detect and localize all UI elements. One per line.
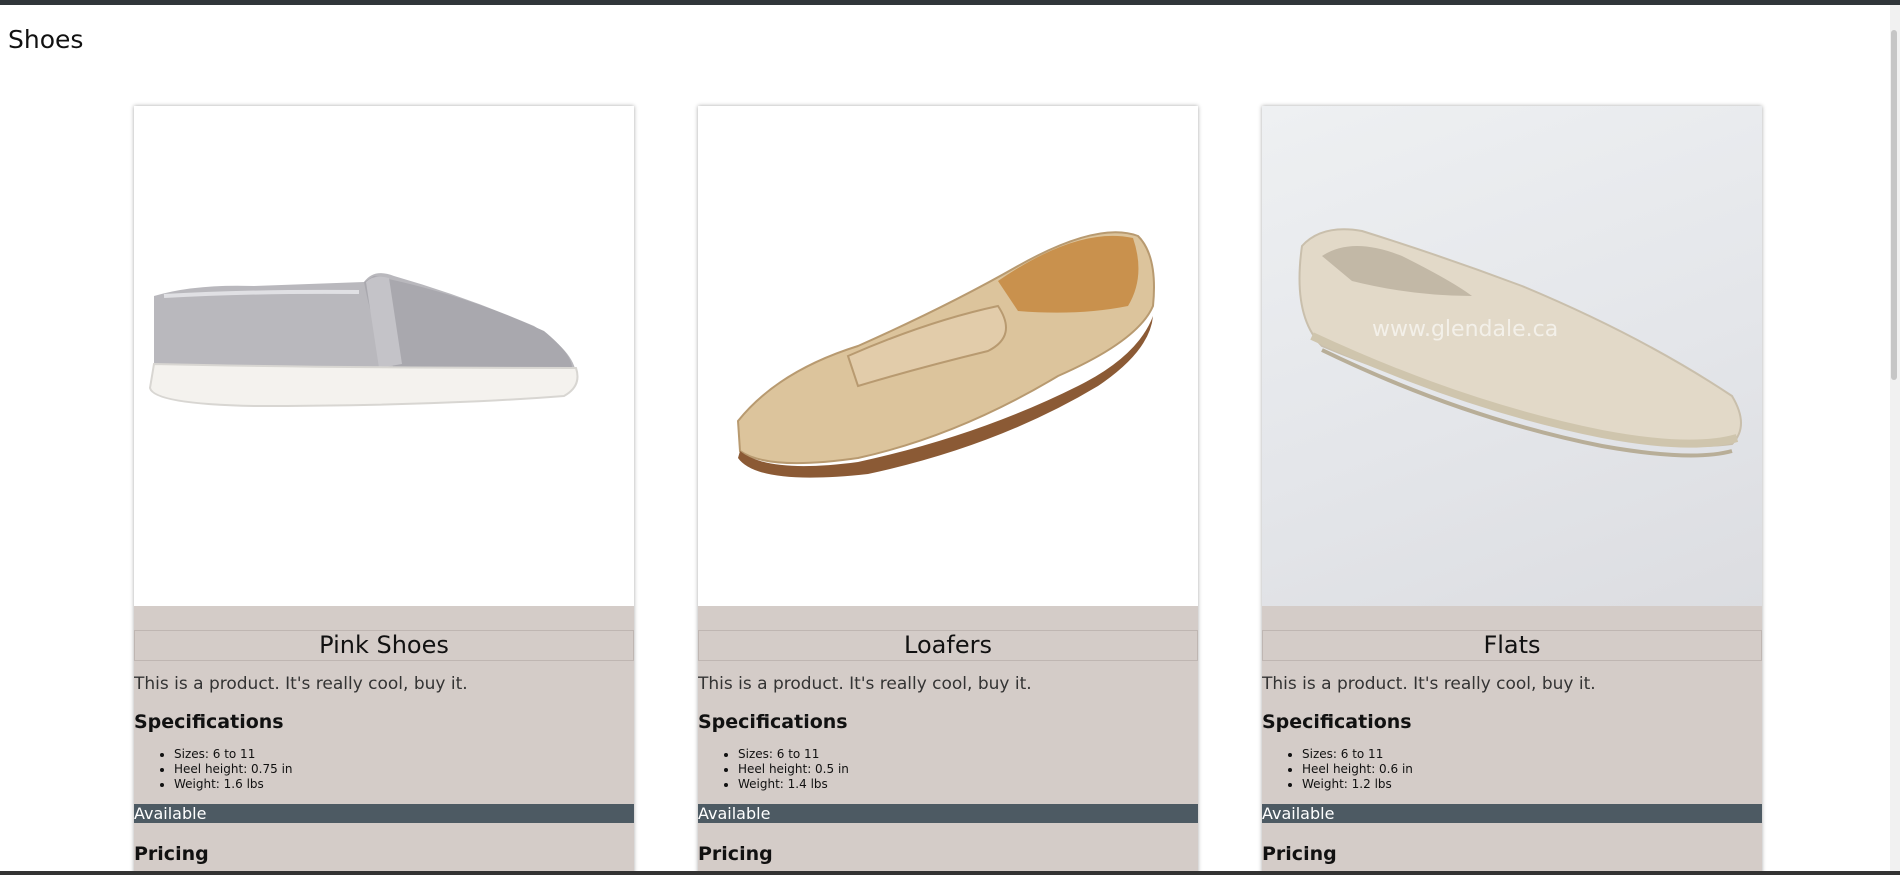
pricing-heading: Pricing: [698, 843, 773, 865]
availability-badge: Available: [698, 804, 1198, 823]
availability-badge: Available: [1262, 804, 1762, 823]
canvas-flat-shoe-image: www.glendale.ca: [1298, 228, 1742, 458]
product-description: This is a product. It's really cool, buy…: [1262, 674, 1596, 694]
spec-item: Heel height: 0.6 in: [1302, 762, 1762, 777]
image-watermark: www.glendale.ca: [1372, 317, 1558, 342]
product-name: Pink Shoes: [134, 630, 634, 661]
product-card-loafers[interactable]: Loafers This is a product. It's really c…: [698, 106, 1198, 874]
product-image[interactable]: [134, 106, 634, 606]
specifications-list: Sizes: 6 to 11 Heel height: 0.75 in Weig…: [134, 747, 634, 792]
product-card-pink-shoes[interactable]: Pink Shoes This is a product. It's reall…: [134, 106, 634, 874]
spec-item: Sizes: 6 to 11: [174, 747, 634, 762]
spec-item: Weight: 1.6 lbs: [174, 777, 634, 792]
spec-item: Weight: 1.2 lbs: [1302, 777, 1762, 792]
product-name: Flats: [1262, 630, 1762, 661]
grey-slip-on-sneaker-image: [148, 273, 579, 408]
beige-penny-loafer-image: [736, 231, 1155, 478]
specifications-list: Sizes: 6 to 11 Heel height: 0.6 in Weigh…: [1262, 747, 1762, 792]
page-title: Shoes: [8, 25, 84, 54]
product-card-flats[interactable]: www.glendale.ca Flats This is a product.…: [1262, 106, 1762, 874]
availability-badge: Available: [134, 804, 634, 823]
specifications-heading: Specifications: [134, 711, 284, 733]
pricing-heading: Pricing: [134, 843, 209, 865]
top-bar: [0, 0, 1900, 5]
specifications-heading: Specifications: [698, 711, 848, 733]
scrollbar-thumb[interactable]: [1891, 30, 1897, 380]
product-description: This is a product. It's really cool, buy…: [134, 674, 468, 694]
spec-item: Heel height: 0.5 in: [738, 762, 1198, 777]
specifications-heading: Specifications: [1262, 711, 1412, 733]
pricing-heading: Pricing: [1262, 843, 1337, 865]
product-image[interactable]: www.glendale.ca: [1262, 106, 1762, 606]
vertical-scrollbar[interactable]: [1890, 5, 1900, 871]
spec-item: Sizes: 6 to 11: [1302, 747, 1762, 762]
spec-item: Heel height: 0.75 in: [174, 762, 634, 777]
specifications-list: Sizes: 6 to 11 Heel height: 0.5 in Weigh…: [698, 747, 1198, 792]
bottom-edge: [0, 871, 1900, 875]
product-name: Loafers: [698, 630, 1198, 661]
product-image[interactable]: [698, 106, 1198, 606]
spec-item: Weight: 1.4 lbs: [738, 777, 1198, 792]
product-description: This is a product. It's really cool, buy…: [698, 674, 1032, 694]
spec-item: Sizes: 6 to 11: [738, 747, 1198, 762]
